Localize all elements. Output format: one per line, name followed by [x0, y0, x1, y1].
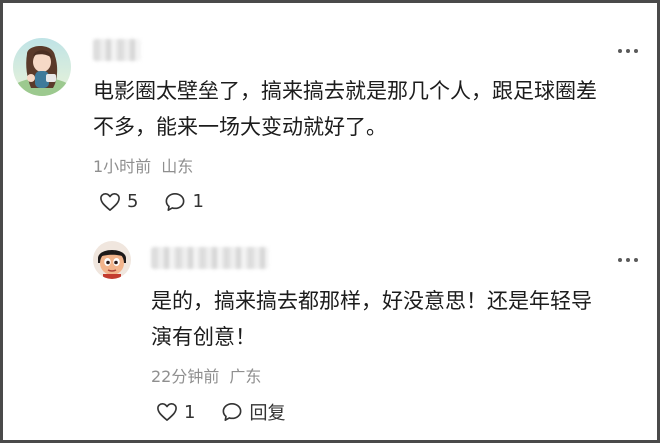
like-button[interactable]: 5: [99, 191, 138, 212]
reply-username[interactable]: [151, 247, 269, 269]
reply-text-line1: 是的，搞来搞去都那样，好没意思！还是年轻导: [151, 289, 592, 313]
reply-label: 回复: [249, 403, 286, 424]
reply-count: 1: [192, 191, 204, 212]
comment-time: 1小时前: [93, 157, 152, 176]
reply-text-line2: 演有创意！: [151, 325, 256, 349]
comment-username[interactable]: [93, 39, 141, 61]
reply-actions: 1 回复: [156, 399, 311, 425]
reply-button[interactable]: 回复: [221, 399, 285, 425]
reply-text: 是的，搞来搞去都那样，好没意思！还是年轻导 演有创意！: [151, 283, 592, 355]
heart-outline-icon: [156, 402, 178, 422]
comment-text-line1: 电影圈太壁垒了，搞来搞去就是那几个人，跟足球圈差: [93, 79, 597, 103]
comment-avatar[interactable]: [13, 38, 71, 96]
comment-location: 山东: [161, 157, 194, 176]
reply-count-button[interactable]: 1: [164, 191, 204, 212]
reply-like-button[interactable]: 1: [156, 402, 195, 423]
heart-outline-icon: [99, 192, 121, 212]
reply-location: 广东: [229, 367, 262, 386]
reply-avatar[interactable]: [93, 241, 131, 279]
reply-like-count: 1: [184, 401, 196, 423]
comment-text: 电影圈太壁垒了，搞来搞去就是那几个人，跟足球圈差 不多，能来一场大变动就好了。: [93, 73, 597, 145]
reply-more-dots-icon[interactable]: [618, 258, 638, 262]
comment-actions: 5 1: [99, 191, 230, 212]
reply-meta: 22分钟前 广东: [151, 363, 261, 387]
more-dots-icon[interactable]: [618, 49, 638, 53]
reply-time: 22分钟前: [151, 367, 220, 386]
speech-bubble-icon: [221, 402, 243, 422]
comment-text-line2: 不多，能来一场大变动就好了。: [93, 115, 387, 139]
comment-meta: 1小时前 山东: [93, 153, 193, 177]
comment-thread: 电影圈太壁垒了，搞来搞去就是那几个人，跟足球圈差 不多，能来一场大变动就好了。 …: [0, 0, 660, 443]
speech-bubble-icon: [164, 192, 186, 212]
like-count: 5: [127, 191, 139, 212]
